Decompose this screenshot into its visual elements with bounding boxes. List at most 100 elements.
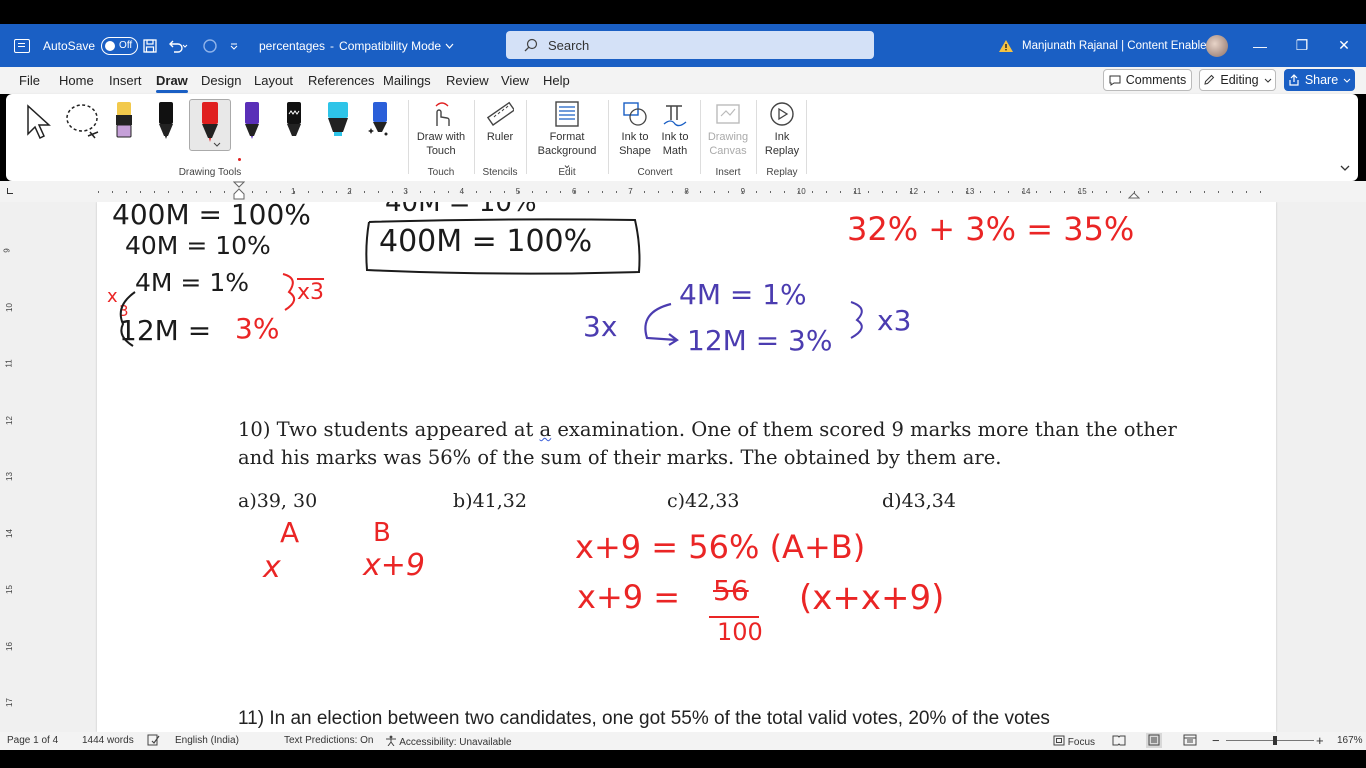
document-page[interactable]: 400M = 100% 40M = 10% 4M = 1% 12M = 3% x… xyxy=(97,202,1276,732)
minimize-button[interactable]: — xyxy=(1240,24,1280,67)
language[interactable]: English (India) xyxy=(175,735,239,746)
highlighter-yellow-icon[interactable] xyxy=(114,100,134,143)
zoom-slider[interactable] xyxy=(1226,740,1314,741)
ruler-tick xyxy=(392,191,393,193)
ink-replay-button[interactable]: Ink Replay xyxy=(762,100,802,158)
tab-file[interactable]: File xyxy=(19,73,40,88)
horizontal-ruler[interactable]: 123456789101112131415 xyxy=(0,181,1366,202)
comments-label: Comments xyxy=(1125,73,1187,87)
redo-icon[interactable] xyxy=(202,24,218,67)
accessibility-status[interactable]: Accessibility: Unavailable xyxy=(385,735,512,748)
option-d: d)43,34 xyxy=(882,490,956,512)
separator xyxy=(526,100,527,174)
document-title[interactable]: percentages - Compatibility Mode xyxy=(259,24,454,67)
grammar-flag[interactable]: a xyxy=(540,418,552,441)
ruler-tick xyxy=(966,191,967,193)
format-background-icon xyxy=(555,101,579,127)
search-box[interactable]: Search xyxy=(506,31,874,59)
ruler-tick xyxy=(294,191,295,193)
ruler-tick xyxy=(336,191,337,193)
option-c: c)42,33 xyxy=(667,490,740,512)
tab-selector[interactable] xyxy=(7,188,13,194)
tab-insert[interactable]: Insert xyxy=(109,73,142,88)
tab-home[interactable]: Home xyxy=(59,73,94,88)
vertical-ruler-number: 15 xyxy=(4,585,14,594)
format-background-button[interactable]: Format Background ⌄ xyxy=(532,100,602,172)
pen-red-icon[interactable] xyxy=(199,100,221,153)
draw-with-touch-button[interactable]: Draw with Touch xyxy=(414,100,468,158)
lasso-select-icon[interactable] xyxy=(64,102,104,143)
separator xyxy=(806,100,807,174)
tab-review[interactable]: Review xyxy=(446,73,489,88)
customize-qat-icon[interactable] xyxy=(230,24,238,67)
read-mode-icon[interactable] xyxy=(1112,734,1126,749)
ruler-tick xyxy=(1176,191,1177,193)
tab-layout[interactable]: Layout xyxy=(254,73,293,88)
warning-icon[interactable] xyxy=(998,24,1014,67)
select-tool-icon[interactable] xyxy=(24,104,52,143)
drawing-canvas-label-2: Canvas xyxy=(709,145,747,157)
tab-draw[interactable]: Draw xyxy=(156,73,188,93)
tab-mailings[interactable]: Mailings xyxy=(383,73,431,88)
pencil-black-icon[interactable] xyxy=(284,100,304,143)
ink-to-shape-button[interactable]: Ink to Shape xyxy=(616,100,654,158)
avatar[interactable] xyxy=(1206,24,1228,67)
ruler-tick xyxy=(126,191,127,193)
collapse-ribbon-icon[interactable] xyxy=(1340,162,1350,174)
zoom-slider-thumb[interactable] xyxy=(1273,736,1277,745)
highlighter-cyan-icon[interactable] xyxy=(326,100,350,143)
ink-red-32-3-35: 32% + 3% = 35% xyxy=(847,210,1135,248)
restore-button[interactable]: ❐ xyxy=(1282,24,1322,67)
focus-button[interactable]: Focus xyxy=(1053,735,1095,748)
search-icon xyxy=(524,38,538,52)
ruler-tick xyxy=(490,191,491,193)
vertical-ruler-number: 11 xyxy=(4,359,14,368)
tab-design[interactable]: Design xyxy=(201,73,241,88)
group-label-edit: Edit xyxy=(558,167,576,178)
ruler-tick xyxy=(210,191,211,193)
action-pen-icon[interactable] xyxy=(368,100,390,143)
print-layout-icon[interactable] xyxy=(1146,733,1162,748)
ruler-tick xyxy=(112,191,113,193)
ink-red-eq2-den: 100 xyxy=(717,618,763,646)
ink-replay-label-2: Replay xyxy=(764,145,800,157)
ruler-label: Ruler xyxy=(486,131,514,143)
ruler-tick xyxy=(1162,191,1163,193)
ruler-tick xyxy=(896,191,897,193)
ruler-tick xyxy=(742,191,743,193)
word-count[interactable]: 1444 words xyxy=(82,735,134,746)
pen-purple-icon[interactable] xyxy=(242,100,262,143)
proofing-icon[interactable] xyxy=(147,734,160,749)
option-a: a)39, 30 xyxy=(238,490,318,512)
tab-view[interactable]: View xyxy=(501,73,529,88)
zoom-level[interactable]: 167% xyxy=(1337,735,1363,746)
autosave-toggle[interactable]: Off xyxy=(101,36,139,55)
page-count[interactable]: Page 1 of 4 xyxy=(7,735,58,746)
ruler-tick xyxy=(616,191,617,193)
ruler-button[interactable]: Ruler xyxy=(480,100,520,144)
ink-to-math-button[interactable]: Ink to Math xyxy=(656,100,694,158)
vertical-ruler-number: 9 xyxy=(2,248,12,253)
web-layout-icon[interactable] xyxy=(1183,734,1197,749)
zoom-in-icon[interactable]: + xyxy=(1316,733,1324,748)
editing-mode-button[interactable]: Editing xyxy=(1199,69,1276,91)
comments-button[interactable]: Comments xyxy=(1103,69,1192,91)
tab-help[interactable]: Help xyxy=(543,73,570,88)
text-predictions[interactable]: Text Predictions: On xyxy=(284,735,373,746)
share-button[interactable]: Share xyxy=(1284,69,1355,91)
close-button[interactable]: ✕ xyxy=(1324,24,1364,67)
user-name[interactable]: Manjunath Rajanal | Content Enablers xyxy=(1022,24,1216,67)
document-workspace[interactable]: 9 10 11 12 13 14 15 16 17 400M = 100% 40M = 10% … xyxy=(0,202,1366,732)
drawing-canvas-button: Drawing Canvas xyxy=(706,100,750,158)
vertical-ruler-number: 13 xyxy=(4,472,14,481)
pen-black-icon[interactable] xyxy=(156,100,176,143)
ruler-tick xyxy=(770,191,771,193)
save-icon[interactable] xyxy=(143,24,157,67)
undo-icon[interactable] xyxy=(168,24,188,67)
vertical-ruler[interactable]: 9 10 11 12 13 14 15 16 17 xyxy=(0,202,18,732)
touch-hand-icon xyxy=(435,102,450,126)
group-label-drawing-tools: Drawing Tools xyxy=(178,167,242,178)
tab-references[interactable]: References xyxy=(308,73,374,88)
ruler-tick xyxy=(1190,191,1191,193)
zoom-out-icon[interactable]: − xyxy=(1212,733,1220,748)
